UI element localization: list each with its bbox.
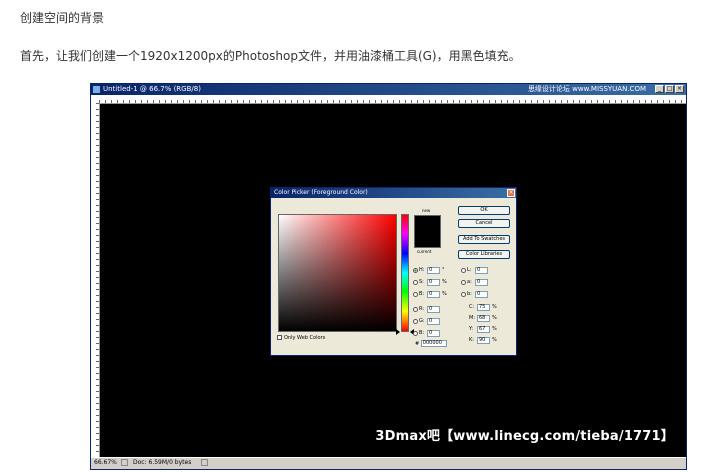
- current-color-label: current: [417, 249, 432, 254]
- cancel-button[interactable]: Cancel: [458, 219, 510, 228]
- new-color-label: new: [422, 208, 431, 213]
- lab-b-radio[interactable]: [461, 292, 466, 297]
- horizontal-ruler[interactable]: [99, 95, 686, 104]
- lab-b-input[interactable]: 0: [475, 291, 488, 298]
- yellow-row: Y: 67%: [469, 326, 497, 333]
- article-heading: 创建空间的背景: [20, 11, 105, 25]
- blue-input[interactable]: 0: [427, 330, 440, 337]
- black-row: K: 90%: [469, 337, 497, 344]
- green-input[interactable]: 0: [427, 318, 440, 325]
- hex-label: #: [415, 341, 420, 347]
- ok-button[interactable]: OK: [458, 206, 510, 215]
- brightness-row: B: 0%: [413, 290, 447, 299]
- dialog-title: Color Picker (Foreground Color): [274, 189, 368, 196]
- green-row: G: 0: [413, 317, 440, 326]
- lab-a-radio[interactable]: [461, 280, 466, 285]
- lab-a-input[interactable]: 0: [475, 279, 488, 286]
- magenta-row: M: 68%: [469, 315, 497, 322]
- doc-size: Doc: 6.59M/0 bytes: [133, 459, 192, 466]
- image-watermark: 3Dmax吧【www.linecg.com/tieba/1771】: [375, 429, 674, 444]
- window-title: Untitled-1 @ 66.7% (RGB/8): [103, 85, 201, 93]
- color-picker-dialog: Color Picker (Foreground Color) × new cu…: [270, 187, 517, 356]
- hex-row: # 000000: [415, 340, 447, 349]
- lab-l-input[interactable]: 0: [475, 267, 488, 274]
- dialog-close-icon[interactable]: ×: [507, 189, 515, 197]
- hue-row: H: 0 °: [413, 266, 447, 275]
- saturation-row: S: 0%: [413, 278, 447, 287]
- window-titlebar[interactable]: Untitled-1 @ 66.7% (RGB/8) 思缘设计论坛 www.MI…: [91, 84, 686, 95]
- vertical-ruler[interactable]: [91, 103, 100, 458]
- green-radio[interactable]: [413, 319, 418, 324]
- cyan-input[interactable]: 75: [477, 304, 490, 311]
- color-field[interactable]: [278, 214, 397, 332]
- status-bar: 66.67% Doc: 6.59M/0 bytes: [91, 457, 686, 469]
- close-button[interactable]: ×: [675, 85, 684, 93]
- status-icon[interactable]: [121, 459, 128, 466]
- lab-l-radio[interactable]: [461, 268, 466, 273]
- saturation-input[interactable]: 0: [427, 279, 440, 286]
- lab-b-row: b: 0: [461, 290, 488, 299]
- black-input[interactable]: 90: [477, 337, 490, 344]
- red-row: R: 0: [413, 305, 440, 314]
- add-to-swatches-button[interactable]: Add To Swatches: [458, 235, 510, 244]
- hue-slider[interactable]: [401, 214, 409, 332]
- zoom-level[interactable]: 66.67%: [94, 458, 117, 468]
- lab-a-row: a: 0: [461, 278, 488, 287]
- only-web-colors-checkbox[interactable]: [277, 335, 282, 340]
- only-web-colors-label: Only Web Colors: [284, 335, 326, 341]
- blue-row: B: 0: [413, 329, 440, 338]
- dialog-titlebar[interactable]: Color Picker (Foreground Color) ×: [271, 188, 516, 198]
- only-web-colors-option[interactable]: Only Web Colors: [277, 335, 325, 342]
- lab-l-row: L: 0: [461, 266, 488, 275]
- red-input[interactable]: 0: [427, 306, 440, 313]
- saturation-radio[interactable]: [413, 280, 418, 285]
- maximize-button[interactable]: □: [665, 85, 674, 93]
- title-watermark: 思缘设计论坛 www.MISSYUAN.COM: [527, 85, 646, 93]
- red-radio[interactable]: [413, 307, 418, 312]
- hue-radio[interactable]: [413, 268, 418, 273]
- color-preview-swatch: [414, 215, 441, 248]
- article-paragraph: 首先，让我们创建一个1920x1200px的Photoshop文件，并用油漆桶工…: [20, 49, 521, 63]
- photoshop-app-icon: [93, 86, 100, 93]
- blue-radio[interactable]: [413, 331, 418, 336]
- magenta-input[interactable]: 68: [477, 315, 490, 322]
- cyan-row: C: 75%: [469, 304, 497, 311]
- color-libraries-button[interactable]: Color Libraries: [458, 250, 510, 259]
- hue-input[interactable]: 0: [427, 267, 440, 274]
- minimize-button[interactable]: _: [655, 85, 664, 93]
- hue-slider-left-arrow-icon[interactable]: [396, 329, 400, 335]
- hex-input[interactable]: 000000: [420, 340, 447, 347]
- status-menu-arrow-icon[interactable]: [201, 459, 208, 466]
- brightness-input[interactable]: 0: [427, 291, 440, 298]
- brightness-radio[interactable]: [413, 292, 418, 297]
- yellow-input[interactable]: 67: [477, 326, 490, 333]
